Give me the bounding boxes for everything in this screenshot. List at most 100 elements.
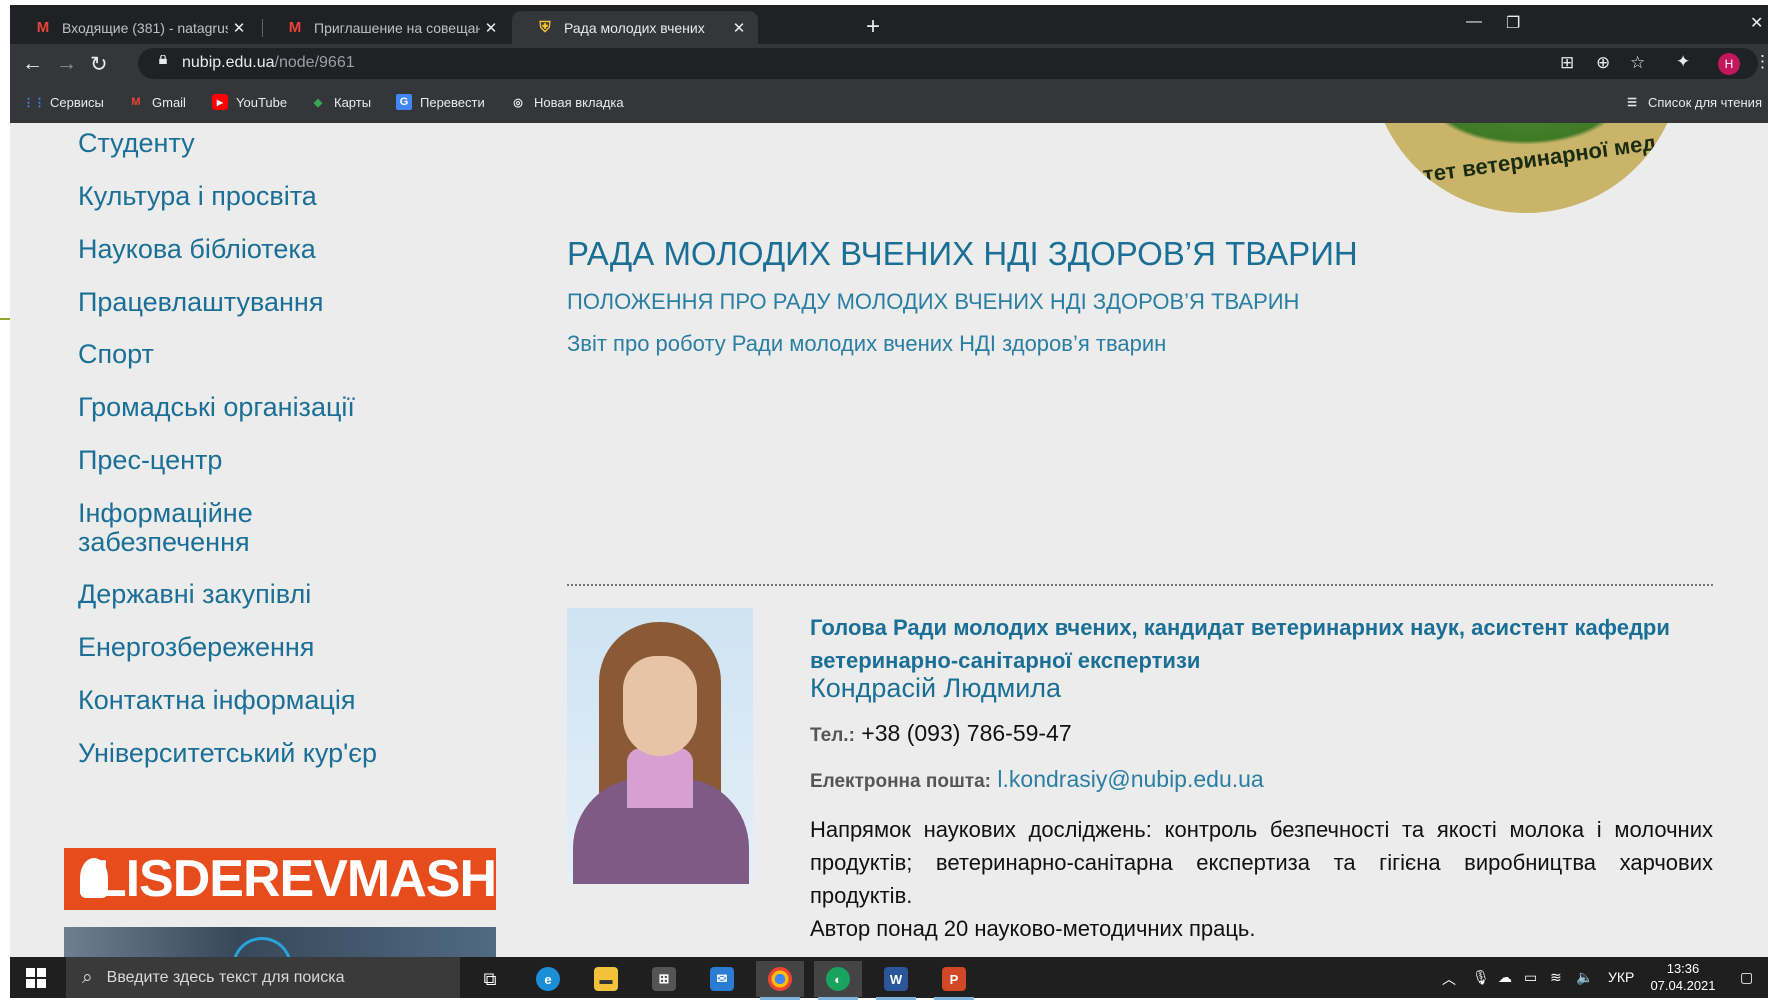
person-photo <box>567 608 753 884</box>
bookmark-label: Gmail <box>152 94 186 110</box>
task-view-icon[interactable]: ⧉ <box>466 961 514 997</box>
search-placeholder: Введите здесь текст для поиска <box>106 968 345 986</box>
address-bar[interactable]: nubip.edu.ua/node/9661 ⊞ ⊕ ☆ <box>138 48 1758 79</box>
avatar[interactable]: Н <box>1718 53 1740 75</box>
restore-icon[interactable]: ❐ <box>1506 13 1520 33</box>
extensions-icon[interactable]: ✦ <box>1676 52 1690 72</box>
lisderevmash-banner[interactable]: LISDEREVMASH <box>64 848 497 910</box>
wifi-icon[interactable]: ≋ <box>1550 969 1562 986</box>
email-link[interactable]: l.kondrasiy@nubip.edu.ua <box>997 766 1263 792</box>
chromium-app-icon[interactable]: ◐ <box>814 961 862 1000</box>
page-content: Студенту Культура і просвіта Наукова біб… <box>10 123 1768 957</box>
back-icon[interactable]: ← <box>22 52 43 76</box>
file-explorer-icon[interactable]: ▬ <box>582 961 630 997</box>
onedrive-icon[interactable]: ☁ <box>1498 969 1512 986</box>
close-window-icon[interactable]: ✕ <box>1750 13 1763 33</box>
apps-icon: ⋮⋮ <box>23 96 45 109</box>
browser-toolbar: ← → ↻ nubip.edu.ua/node/9661 ⊞ ⊕ ☆ ✦ Н ⋮ <box>10 44 1768 83</box>
reload-icon[interactable]: ↻ <box>90 52 108 77</box>
windows-start-icon[interactable] <box>26 968 46 988</box>
close-icon[interactable]: ✕ <box>728 19 750 37</box>
sidebar-item-student[interactable]: Студенту <box>78 129 195 158</box>
lisderevmash-logo-icon <box>64 848 108 910</box>
tab-title: Приглашение на совещание W <box>314 19 480 36</box>
dotted-divider <box>567 584 1713 586</box>
email-line: Електронна пошта: l.kondrasiy@nubip.edu.… <box>810 766 1264 793</box>
clock[interactable]: 13:36 07.04.2021 <box>1648 960 1718 994</box>
bookmark-label: Карты <box>334 94 372 110</box>
phone-label: Тел.: <box>810 725 855 746</box>
zoom-icon[interactable]: ⊕ <box>1596 53 1610 73</box>
edge-icon[interactable]: e <box>524 961 572 997</box>
close-icon[interactable]: ✕ <box>228 19 250 37</box>
forward-icon[interactable]: → <box>56 52 77 76</box>
tab-meeting[interactable]: M Приглашение на совещание W ✕ <box>262 11 510 44</box>
language-indicator[interactable]: УКР <box>1608 969 1634 985</box>
sidebar-item-library[interactable]: Наукова бібліотека <box>78 235 316 264</box>
sidebar-item-culture[interactable]: Культура і просвіта <box>78 182 317 211</box>
works-text: Автор понад 20 науково-методичних праць. <box>810 916 1256 941</box>
clock-date: 07.04.2021 <box>1650 978 1716 993</box>
windows-taskbar: ⌕ Введите здесь текст для поиска ⧉ e ▬ ⊞… <box>10 957 1768 1000</box>
microphone-icon[interactable]: 🎙 <box>1472 969 1490 986</box>
menu-icon[interactable]: ⋮ <box>1754 52 1768 72</box>
maps-icon: ◆ <box>313 96 323 109</box>
bookmark-translate[interactable]: G Перевести <box>396 94 485 110</box>
tab-active-rada[interactable]: ⛨ Рада молодих вчених ✕ <box>512 11 758 44</box>
volume-icon[interactable]: 🔈 <box>1576 969 1593 986</box>
sidebar-item-press[interactable]: Прес-центр <box>78 446 222 475</box>
reading-list[interactable]: ☰ Список для чтения <box>1624 94 1762 110</box>
minimize-icon[interactable]: — <box>1466 13 1482 31</box>
chrome-icon[interactable] <box>756 961 804 1000</box>
tab-title: Входящие (381) - natagrushansk <box>62 19 228 36</box>
bookmark-youtube[interactable]: ▶ YouTube <box>212 94 287 110</box>
sidebar-item-information[interactable]: Інформаційне забезпечення <box>78 499 308 557</box>
tab-title: Рада молодих вчених <box>564 19 705 36</box>
star-icon[interactable]: ☆ <box>1630 53 1645 73</box>
regulation-link[interactable]: ПОЛОЖЕННЯ ПРО РАДУ МОЛОДИХ ВЧЕНИХ НДІ ЗД… <box>567 289 1299 315</box>
report-link[interactable]: Звіт про роботу Ради молодих вчених НДІ … <box>567 331 1166 357</box>
lock-icon <box>159 55 167 64</box>
bookmark-new-tab[interactable]: ◎ Новая вкладка <box>510 94 623 110</box>
mail-icon[interactable]: ✉ <box>698 961 746 997</box>
url-host: nubip.edu.ua <box>182 54 275 71</box>
person-role: Голова Ради молодих вчених, кандидат вет… <box>810 615 1670 673</box>
store-icon[interactable]: ⊞ <box>640 961 688 997</box>
phone-line: Тел.: +38 (093) 786-59-47 <box>810 720 1072 747</box>
new-tab-button[interactable]: + <box>866 13 880 41</box>
gmail-icon: M <box>36 19 50 36</box>
bookmark-label: Перевести <box>420 94 485 110</box>
taskbar-search[interactable]: ⌕ Введите здесь текст для поиска <box>66 957 460 998</box>
word-icon[interactable]: W <box>872 961 920 1000</box>
battery-icon[interactable]: ▭ <box>1524 969 1537 986</box>
decorative-line <box>0 318 10 320</box>
translate-icon[interactable]: ⊞ <box>1560 53 1574 73</box>
page-title: РАДА МОЛОДИХ ВЧЕНИХ НДІ ЗДОРОВ’Я ТВАРИН <box>567 235 1358 272</box>
tab-inbox[interactable]: M Входящие (381) - natagrushansk ✕ <box>10 11 258 44</box>
sidebar-item-organizations[interactable]: Громадські організації <box>78 393 355 422</box>
email-label: Електронна пошта: <box>810 771 992 792</box>
notifications-icon[interactable]: ▢ <box>1740 969 1753 986</box>
sidebar-item-procurement[interactable]: Державні закупівлі <box>78 580 311 609</box>
url-text[interactable]: nubip.edu.ua/node/9661 <box>182 54 355 72</box>
youtube-icon: ▶ <box>212 94 228 110</box>
bookmark-services[interactable]: ⋮⋮ Сервисы <box>23 94 104 110</box>
clock-time: 13:36 <box>1666 961 1700 976</box>
bookmark-gmail[interactable]: M Gmail <box>128 94 186 110</box>
sidebar-item-contacts[interactable]: Контактна інформація <box>78 686 355 715</box>
phone-value: +38 (093) 786-59-47 <box>861 720 1072 746</box>
bookmark-label: Сервисы <box>50 94 104 110</box>
powerpoint-icon[interactable]: P <box>930 961 978 1000</box>
banner-image[interactable] <box>64 927 496 957</box>
search-icon: ⌕ <box>82 966 93 988</box>
sidebar-item-sport[interactable]: Спорт <box>78 340 154 369</box>
faculty-seal-logo: тет ветеринарної мед <box>1370 123 1682 213</box>
sidebar-item-employment[interactable]: Працевлаштування <box>78 288 323 317</box>
sidebar-item-energy[interactable]: Енергозбереження <box>78 633 314 662</box>
tab-strip: M Входящие (381) - natagrushansk ✕ M При… <box>10 5 1768 44</box>
bookmark-maps[interactable]: ◆ Карты <box>310 94 371 110</box>
close-icon[interactable]: ✕ <box>480 19 502 37</box>
bookmark-label: YouTube <box>236 94 288 110</box>
sidebar-item-courier[interactable]: Університетський кур'єр <box>78 739 377 768</box>
tray-overflow-icon[interactable]: ︿ <box>1442 969 1456 989</box>
